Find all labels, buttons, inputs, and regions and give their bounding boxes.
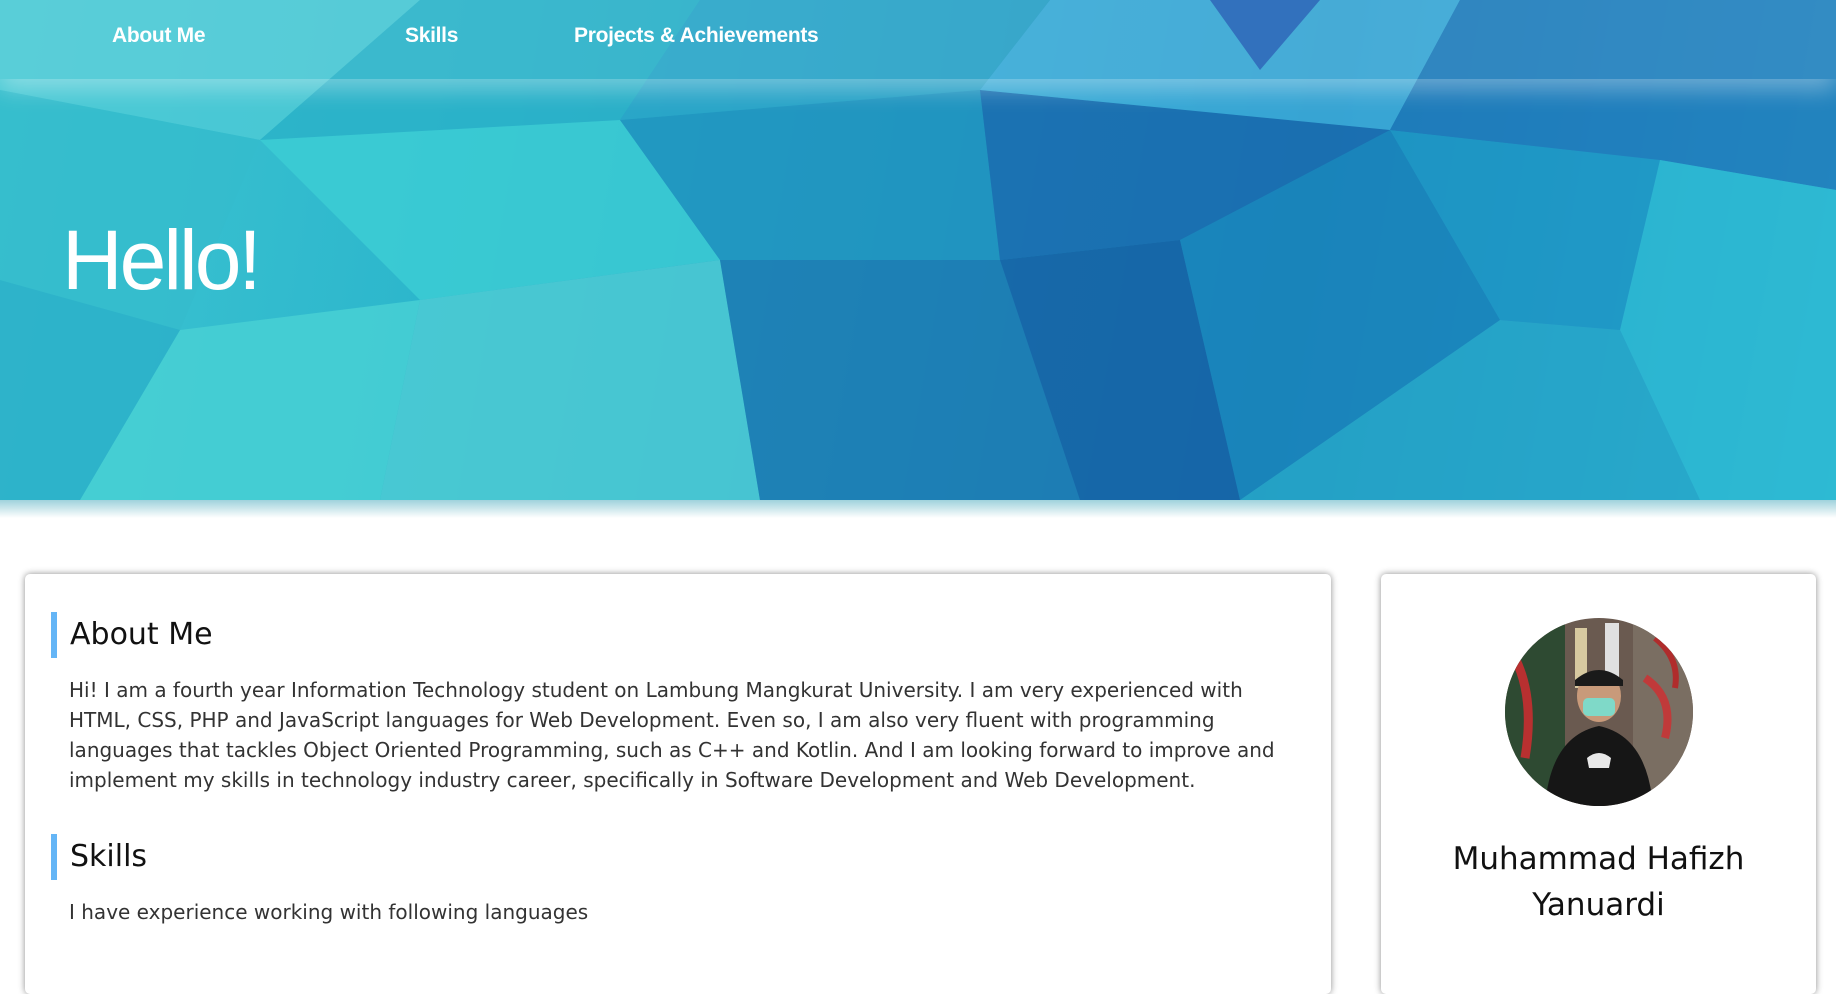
nav-link-skills[interactable]: Skills bbox=[405, 24, 458, 48]
nav-link-about-me[interactable]: About Me bbox=[112, 24, 206, 48]
about-card: About Me Hi! I am a fourth year Informat… bbox=[25, 574, 1331, 994]
profile-name: Muhammad Hafizh Yanuardi bbox=[1452, 841, 1745, 923]
profile-card: Muhammad Hafizh Yanuardi bbox=[1381, 574, 1816, 994]
avatar bbox=[1505, 618, 1693, 806]
top-navbar: About Me Skills Projects & Achievements bbox=[0, 0, 1836, 79]
about-text: Hi! I am a fourth year Information Techn… bbox=[69, 678, 1275, 792]
about-heading: About Me bbox=[51, 612, 213, 658]
hero-title: Hello! bbox=[62, 213, 262, 307]
skills-heading: Skills bbox=[51, 834, 147, 880]
hero-fade bbox=[0, 500, 1836, 518]
skills-text: I have experience working with following… bbox=[69, 900, 589, 924]
profile-photo bbox=[1505, 618, 1693, 806]
hero-banner: About Me Skills Projects & Achievements … bbox=[0, 0, 1836, 500]
nav-link-projects-achievements[interactable]: Projects & Achievements bbox=[574, 24, 819, 48]
